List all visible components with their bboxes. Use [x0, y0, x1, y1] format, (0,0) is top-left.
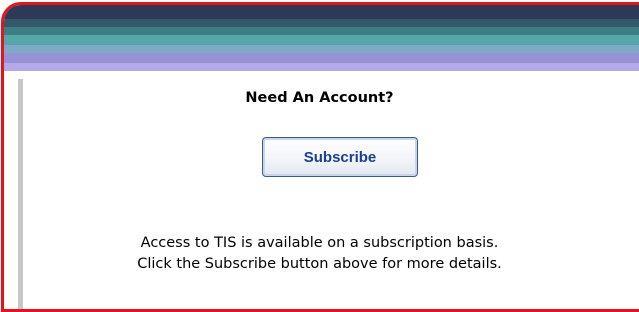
panel-header-band — [4, 5, 639, 71]
subscribe-button[interactable]: Subscribe — [262, 137, 418, 177]
left-divider — [18, 79, 23, 309]
info-line-access: Access to TIS is available on a subscrip… — [140, 235, 499, 251]
info-line-details: Click the Subscribe button above for mor… — [137, 256, 502, 272]
need-account-heading: Need An Account? — [245, 90, 394, 106]
subscription-info: Access to TIS is available on a subscrip… — [0, 233, 639, 275]
